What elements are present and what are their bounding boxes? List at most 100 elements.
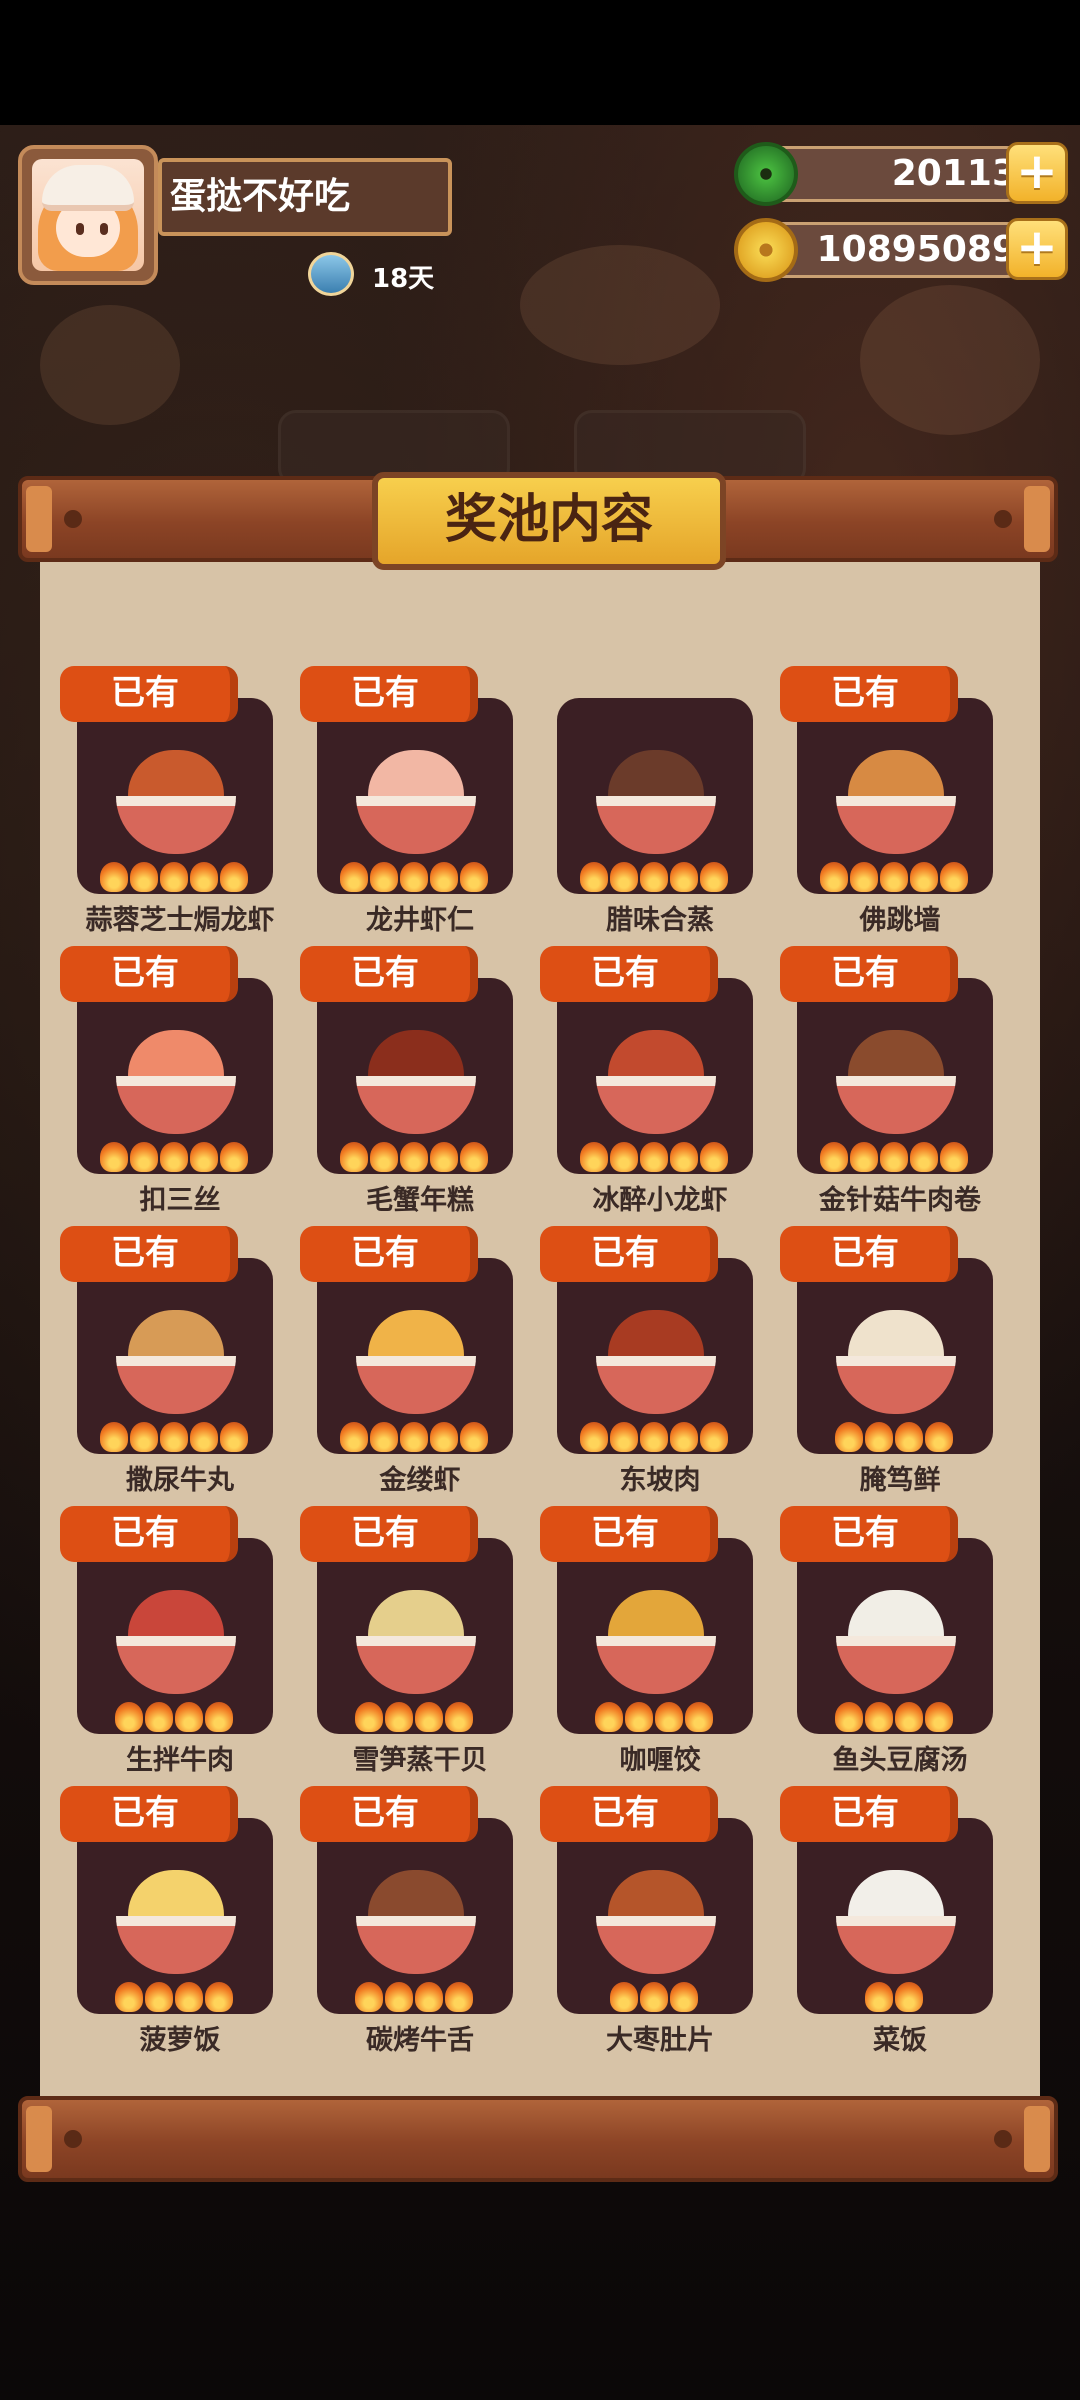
status-bar bbox=[0, 0, 1080, 125]
dish-card[interactable]: 已有 金针菇牛肉卷 bbox=[780, 946, 1020, 1216]
flame-icon bbox=[190, 1142, 218, 1172]
scroll-bottom-rod bbox=[18, 2096, 1058, 2182]
flame-icon bbox=[700, 862, 728, 892]
flame-icon bbox=[910, 862, 938, 892]
dish-card[interactable]: 已有 佛跳墙 bbox=[780, 666, 1020, 936]
rarity-flames bbox=[610, 1982, 698, 2012]
flame-icon bbox=[685, 1702, 713, 1732]
dish-card[interactable]: 已有菜饭 bbox=[780, 1786, 1020, 2056]
flame-icon bbox=[400, 1422, 428, 1452]
rarity-flames bbox=[340, 1142, 488, 1172]
flame-icon bbox=[880, 1142, 908, 1172]
flame-icon bbox=[415, 1702, 443, 1732]
dish-card[interactable]: 已有 蒜蓉芝士焗龙虾 bbox=[60, 666, 300, 936]
flame-icon bbox=[700, 1422, 728, 1452]
dish-card[interactable]: 腊味合蒸 bbox=[540, 666, 780, 936]
add-coins-button[interactable]: + bbox=[1006, 218, 1068, 280]
owned-badge: 已有 bbox=[60, 1786, 238, 1842]
owned-badge: 已有 bbox=[300, 946, 478, 1002]
flame-icon bbox=[130, 1422, 158, 1452]
dish-card[interactable]: 已有 生拌牛肉 bbox=[60, 1506, 300, 1776]
flame-icon bbox=[370, 1142, 398, 1172]
flame-icon bbox=[670, 1142, 698, 1172]
flame-icon bbox=[460, 1142, 488, 1172]
dish-card[interactable]: 已有 金缕虾 bbox=[300, 1226, 540, 1496]
dish-name: 大枣肚片 bbox=[606, 2025, 714, 2056]
flame-icon bbox=[820, 1142, 848, 1172]
flame-icon bbox=[355, 1982, 383, 2012]
dish-name: 鱼头豆腐汤 bbox=[832, 1745, 968, 1776]
flame-icon bbox=[115, 1982, 143, 2012]
owned-badge: 已有 bbox=[540, 1786, 718, 1842]
flame-icon bbox=[610, 1982, 638, 2012]
dish-name: 冰醉小龙虾 bbox=[592, 1185, 728, 1216]
dish-name: 菜饭 bbox=[873, 2025, 927, 2056]
flame-icon bbox=[100, 1142, 128, 1172]
dish-card[interactable]: 已有毛蟹年糕 bbox=[300, 946, 540, 1216]
dish-card[interactable]: 已有 碳烤牛舌 bbox=[300, 1786, 540, 2056]
dish-card[interactable]: 已有 东坡肉 bbox=[540, 1226, 780, 1496]
flame-icon bbox=[580, 1422, 608, 1452]
dish-card[interactable]: 已有鱼头豆腐汤 bbox=[780, 1506, 1020, 1776]
flame-icon bbox=[385, 1702, 413, 1732]
dish-card[interactable]: 已有 咖喱饺 bbox=[540, 1506, 780, 1776]
dish-card[interactable]: 已有 龙井虾仁 bbox=[300, 666, 540, 936]
rarity-flames bbox=[865, 1982, 923, 2012]
dish-card[interactable]: 已有 撒尿牛丸 bbox=[60, 1226, 300, 1496]
owned-badge: 已有 bbox=[60, 666, 238, 722]
flame-icon bbox=[145, 1702, 173, 1732]
coin-icon bbox=[734, 218, 798, 282]
dish-name: 撒尿牛丸 bbox=[126, 1465, 234, 1496]
flame-icon bbox=[385, 1982, 413, 2012]
flame-icon bbox=[340, 1422, 368, 1452]
flame-icon bbox=[700, 1142, 728, 1172]
rarity-flames bbox=[340, 862, 488, 892]
flame-icon bbox=[640, 862, 668, 892]
flame-icon bbox=[625, 1702, 653, 1732]
owned-badge: 已有 bbox=[780, 946, 958, 1002]
dish-card[interactable]: 已有 腌笃鲜 bbox=[780, 1226, 1020, 1496]
flame-icon bbox=[100, 862, 128, 892]
dish-card[interactable]: 已有大枣肚片 bbox=[540, 1786, 780, 2056]
add-jade-button[interactable]: + bbox=[1006, 142, 1068, 204]
flame-icon bbox=[865, 1702, 893, 1732]
flame-icon bbox=[670, 1982, 698, 2012]
flame-icon bbox=[865, 1422, 893, 1452]
rarity-flames bbox=[115, 1702, 233, 1732]
flame-icon bbox=[400, 1142, 428, 1172]
rarity-flames bbox=[835, 1422, 953, 1452]
flame-icon bbox=[895, 1422, 923, 1452]
dish-name: 金缕虾 bbox=[379, 1465, 461, 1496]
owned-badge: 已有 bbox=[540, 946, 718, 1002]
owned-badge: 已有 bbox=[780, 1786, 958, 1842]
flame-icon bbox=[205, 1702, 233, 1732]
dish-name: 菠萝饭 bbox=[139, 2025, 221, 2056]
owned-badge: 已有 bbox=[540, 1226, 718, 1282]
flame-icon bbox=[445, 1982, 473, 2012]
dish-card[interactable]: 已有 扣三丝 bbox=[60, 946, 300, 1216]
rarity-flames bbox=[580, 862, 728, 892]
flame-icon bbox=[835, 1422, 863, 1452]
login-days: 18天 bbox=[372, 264, 435, 294]
flame-icon bbox=[370, 862, 398, 892]
dish-card[interactable]: 已有菠萝饭 bbox=[60, 1786, 300, 2056]
flame-icon bbox=[175, 1702, 203, 1732]
avatar[interactable] bbox=[18, 145, 158, 285]
rarity-flames bbox=[355, 1982, 473, 2012]
flame-icon bbox=[160, 1422, 188, 1452]
dish-name: 生拌牛肉 bbox=[126, 1745, 234, 1776]
panel-title: 奖池内容 bbox=[372, 472, 726, 570]
rarity-flames bbox=[100, 1422, 248, 1452]
owned-badge: 已有 bbox=[780, 1506, 958, 1562]
dish-card[interactable]: 已有 雪笋蒸干贝 bbox=[300, 1506, 540, 1776]
owned-badge: 已有 bbox=[780, 666, 958, 722]
rarity-flames bbox=[595, 1702, 713, 1732]
dish-name: 毛蟹年糕 bbox=[366, 1185, 474, 1216]
flame-icon bbox=[100, 1422, 128, 1452]
dish-name: 扣三丝 bbox=[139, 1185, 221, 1216]
flame-icon bbox=[430, 862, 458, 892]
owned-badge: 已有 bbox=[300, 1506, 478, 1562]
dish-card[interactable]: 已有冰醉小龙虾 bbox=[540, 946, 780, 1216]
player-name: 蛋挞不好吃 bbox=[158, 158, 452, 236]
flame-icon bbox=[355, 1702, 383, 1732]
